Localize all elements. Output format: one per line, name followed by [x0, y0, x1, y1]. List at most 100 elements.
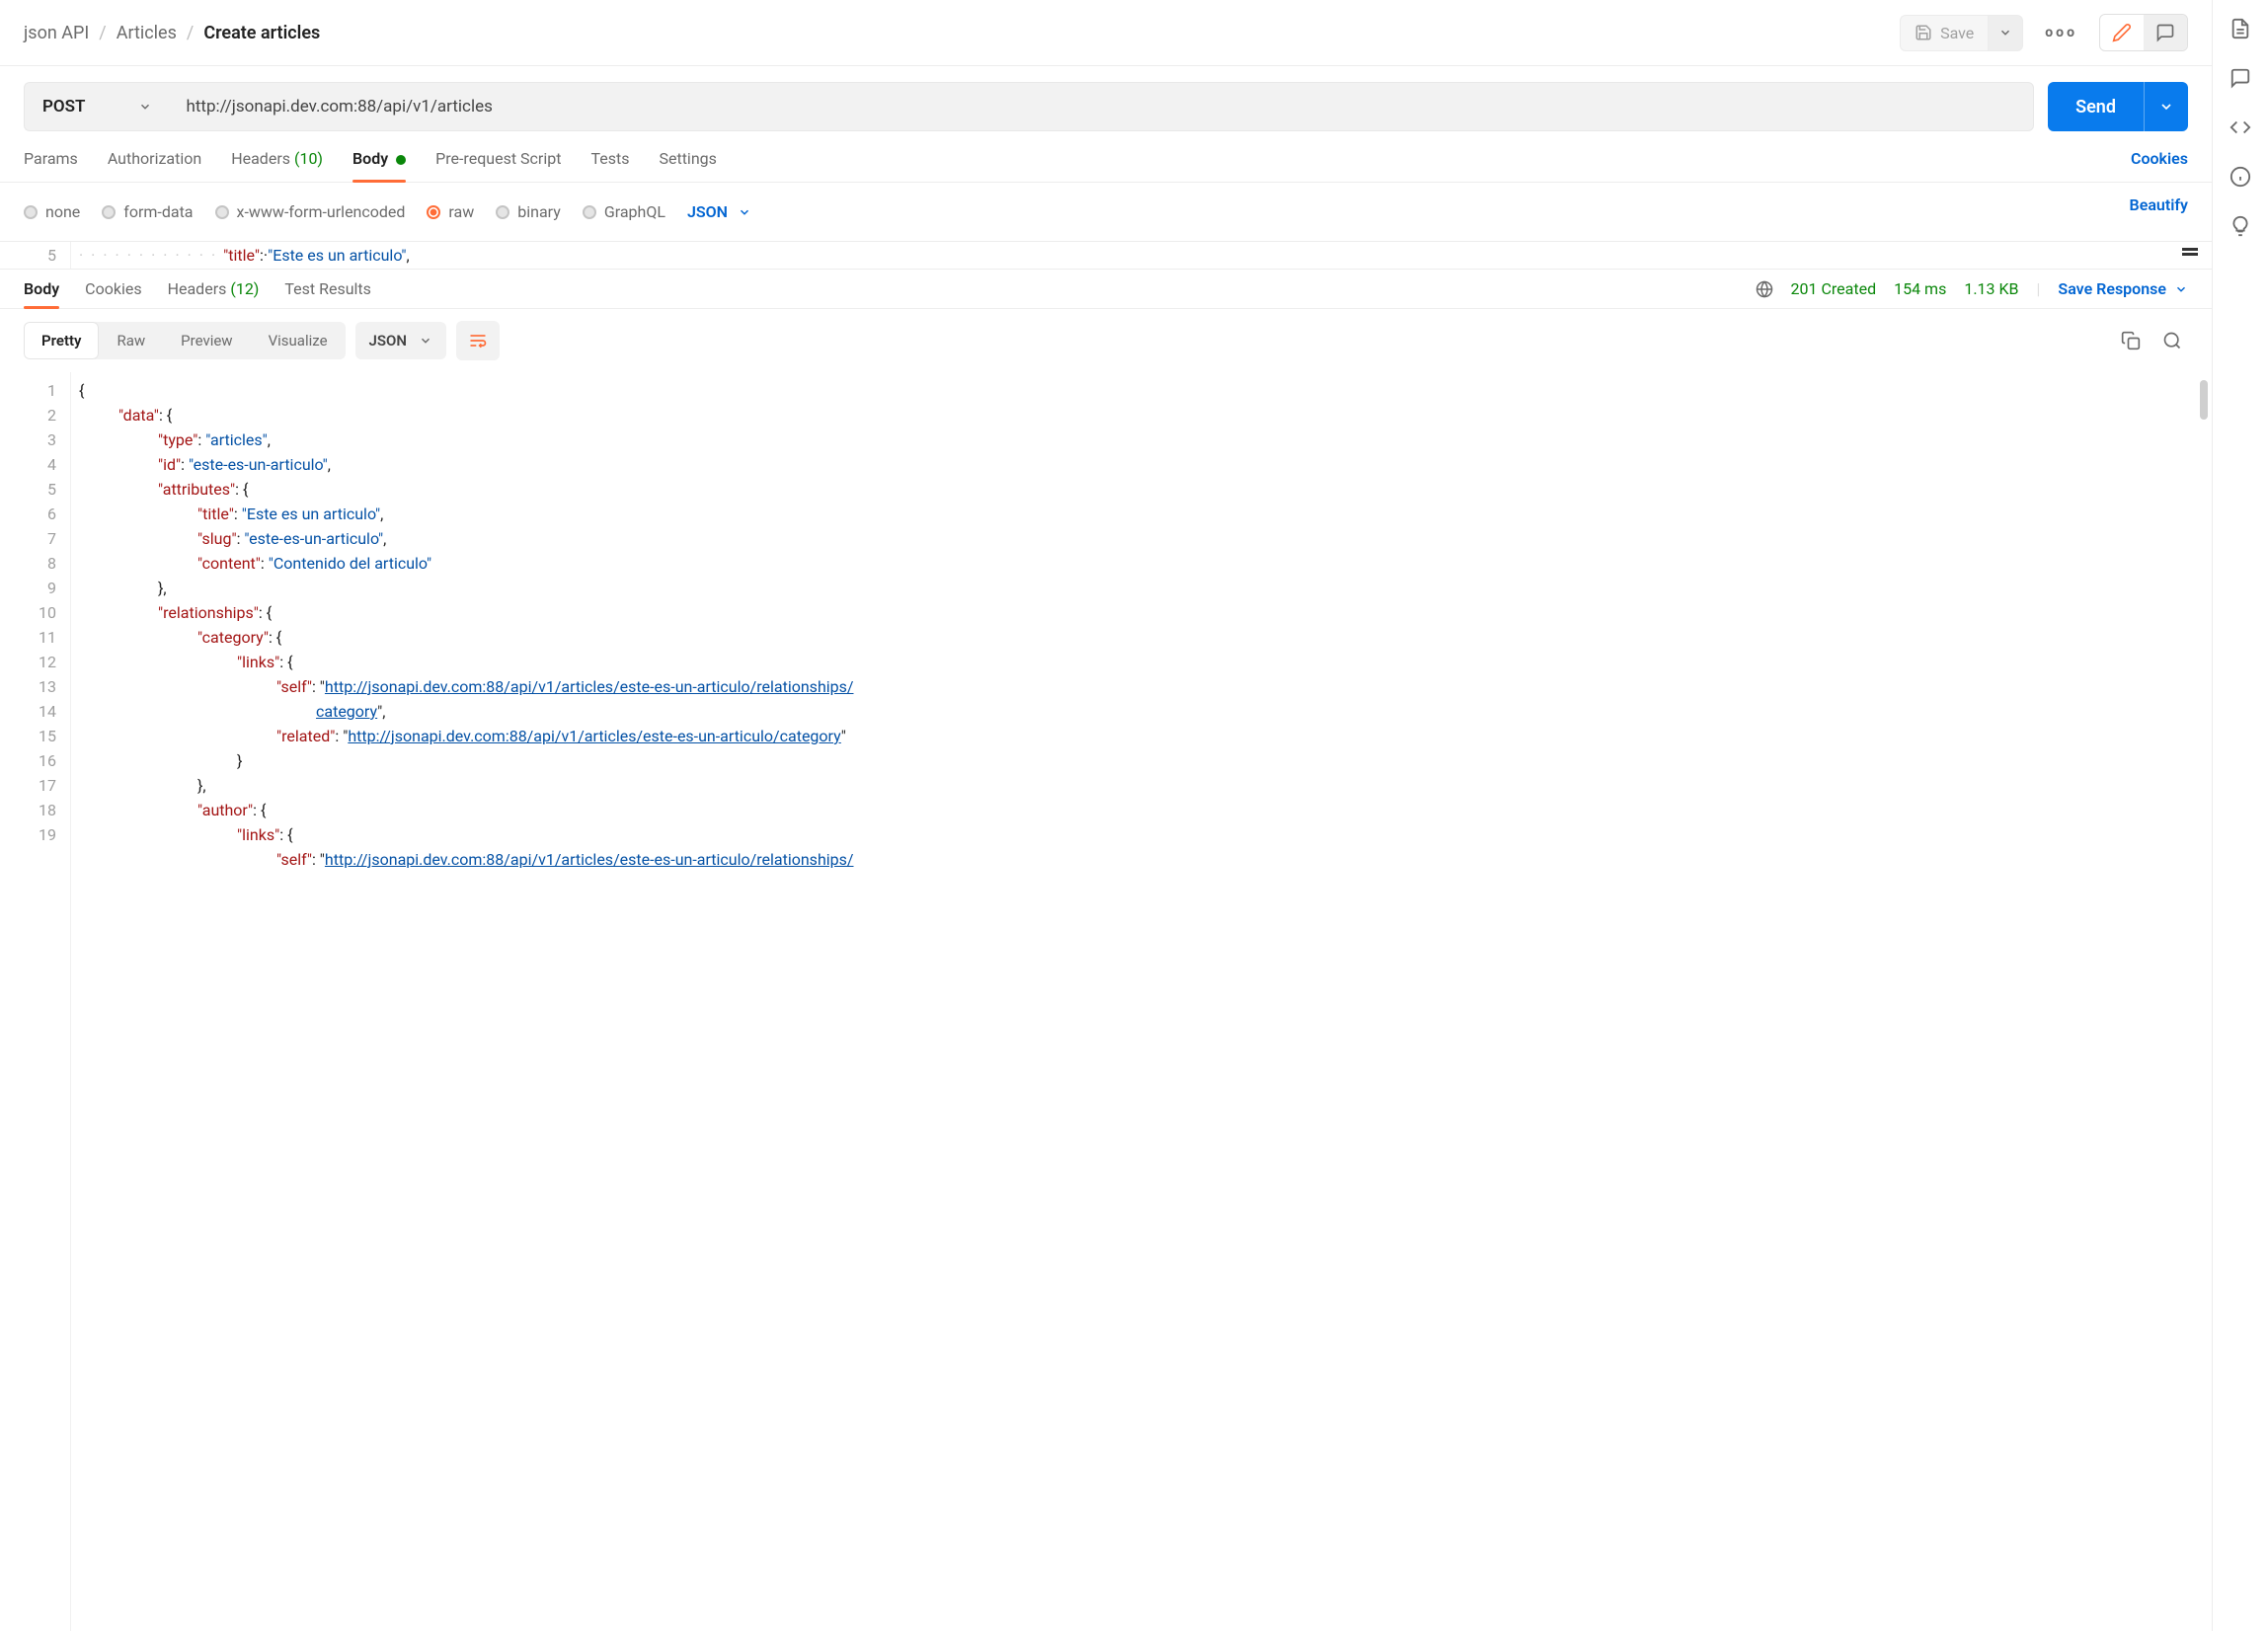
tab-authorization[interactable]: Authorization	[108, 149, 201, 182]
method-label: POST	[42, 97, 85, 116]
chevron-down-icon	[138, 100, 152, 114]
chevron-down-icon	[2158, 99, 2174, 115]
scrollbar-thumb[interactable]	[2200, 380, 2208, 420]
line-number: 2	[0, 403, 56, 427]
line-number: 6	[0, 502, 56, 526]
wrap-icon	[468, 331, 488, 350]
save-response-button[interactable]: Save Response	[2058, 279, 2188, 298]
method-select[interactable]: POST	[24, 82, 170, 131]
tab-params[interactable]: Params	[24, 149, 78, 182]
chevron-down-icon	[419, 334, 432, 348]
search-icon	[2162, 331, 2182, 350]
breadcrumb-collection[interactable]: Articles	[117, 23, 177, 43]
fold-dots: ············	[79, 246, 223, 265]
code-line: "category": {	[79, 625, 853, 650]
url-link[interactable]: http://jsonapi.dev.com:88/api/v1/article…	[325, 850, 854, 869]
url-link[interactable]: http://jsonapi.dev.com:88/api/v1/article…	[325, 677, 854, 696]
line-number: 7	[0, 526, 56, 551]
body-type-formdata[interactable]: form-data	[102, 202, 193, 221]
code-line: {	[79, 378, 853, 403]
wrap-lines-button[interactable]	[456, 321, 500, 360]
info-icon[interactable]	[2229, 166, 2251, 188]
code-line: category",	[79, 699, 853, 724]
documentation-icon[interactable]	[2229, 18, 2251, 39]
search-button[interactable]	[2156, 325, 2188, 356]
globe-icon[interactable]	[1756, 280, 1773, 298]
right-sidebar	[2213, 0, 2268, 1631]
code-line: }	[79, 748, 853, 773]
save-dropdown[interactable]	[1988, 15, 2023, 51]
url-link[interactable]: http://jsonapi.dev.com:88/api/v1/article…	[348, 727, 840, 745]
tab-tests[interactable]: Tests	[590, 149, 629, 182]
response-time: 154 ms	[1894, 279, 1946, 298]
line-number: 16	[0, 748, 56, 773]
body-type-urlencoded[interactable]: x-www-form-urlencoded	[215, 202, 406, 221]
line-number: 10	[0, 600, 56, 625]
code-line: "data": {	[79, 403, 853, 427]
code-line: "links": {	[79, 650, 853, 674]
resp-tab-headers[interactable]: Headers (12)	[168, 279, 260, 308]
code-icon[interactable]	[2229, 116, 2251, 138]
line-number: 12	[0, 650, 56, 674]
beautify-button[interactable]: Beautify	[2130, 195, 2188, 228]
tab-prerequest[interactable]: Pre-request Script	[435, 149, 561, 182]
code-line: "self": "http://jsonapi.dev.com:88/api/v…	[79, 847, 853, 872]
code-line: "content": "Contenido del articulo"	[79, 551, 853, 576]
code-line: "title": "Este es un articulo",	[79, 502, 853, 526]
code-line: "attributes": {	[79, 477, 853, 502]
chevron-down-icon	[1998, 26, 2012, 39]
chevron-down-icon	[2174, 282, 2188, 296]
view-preview[interactable]: Preview	[163, 322, 250, 359]
fold-toggle-icon[interactable]	[2182, 248, 2198, 251]
comments-icon[interactable]	[2229, 67, 2251, 89]
send-button[interactable]: Send	[2048, 82, 2144, 131]
line-number: 18	[0, 798, 56, 822]
code-line: },	[79, 773, 853, 798]
view-pretty[interactable]: Pretty	[24, 322, 99, 359]
line-number: 13	[0, 674, 56, 699]
url-link[interactable]: category	[316, 702, 377, 721]
line-number: 5	[0, 477, 56, 502]
line-number: 3	[0, 427, 56, 452]
copy-button[interactable]	[2115, 325, 2147, 356]
cookies-link[interactable]: Cookies	[2131, 149, 2188, 182]
body-format-select[interactable]: JSON	[687, 202, 751, 221]
response-body-editor[interactable]: 12345678910111213141516171819 {"data": {…	[0, 372, 2212, 1631]
copy-icon	[2121, 331, 2141, 350]
breadcrumb-sep: /	[187, 23, 194, 43]
save-label: Save	[1940, 24, 1974, 42]
body-indicator-dot	[396, 155, 406, 165]
body-type-none[interactable]: none	[24, 202, 80, 221]
bulb-icon[interactable]	[2229, 215, 2251, 237]
send-dropdown[interactable]	[2144, 82, 2188, 131]
comment-icon	[2155, 23, 2175, 42]
save-button[interactable]: Save	[1900, 15, 1988, 51]
body-type-binary[interactable]: binary	[496, 202, 561, 221]
request-tabs: Params Authorization Headers (10) Body P…	[0, 131, 2212, 183]
code-line: "id": "este-es-un-articulo",	[79, 452, 853, 477]
tab-headers[interactable]: Headers (10)	[231, 149, 323, 182]
request-body-editor[interactable]: 5 ············"title":·"Este es un artic…	[0, 242, 2212, 270]
body-type-graphql[interactable]: GraphQL	[583, 202, 665, 221]
code-line: "self": "http://jsonapi.dev.com:88/api/v…	[79, 674, 853, 699]
more-actions-button[interactable]: ooo	[2035, 17, 2087, 48]
tab-settings[interactable]: Settings	[659, 149, 716, 182]
response-format-select[interactable]: JSON	[355, 322, 446, 359]
line-number: 1	[0, 378, 56, 403]
resp-headers-count: (12)	[230, 279, 259, 298]
topbar: json API / Articles / Create articles Sa…	[0, 0, 2212, 66]
resp-tab-cookies[interactable]: Cookies	[85, 279, 141, 308]
edit-mode-button[interactable]	[2100, 15, 2144, 50]
breadcrumb-root[interactable]: json API	[24, 23, 89, 43]
resp-tab-body[interactable]: Body	[24, 279, 59, 308]
breadcrumb-current: Create articles	[203, 23, 320, 43]
resp-tab-testresults[interactable]: Test Results	[284, 279, 371, 308]
comment-mode-button[interactable]	[2144, 15, 2187, 50]
body-type-raw[interactable]: raw	[427, 202, 474, 221]
tab-body[interactable]: Body	[352, 149, 406, 182]
view-mode-segment: Pretty Raw Preview Visualize	[24, 322, 346, 359]
save-icon	[1915, 24, 1932, 41]
url-input[interactable]	[170, 82, 2034, 131]
view-visualize[interactable]: Visualize	[251, 322, 346, 359]
view-raw[interactable]: Raw	[99, 322, 163, 359]
